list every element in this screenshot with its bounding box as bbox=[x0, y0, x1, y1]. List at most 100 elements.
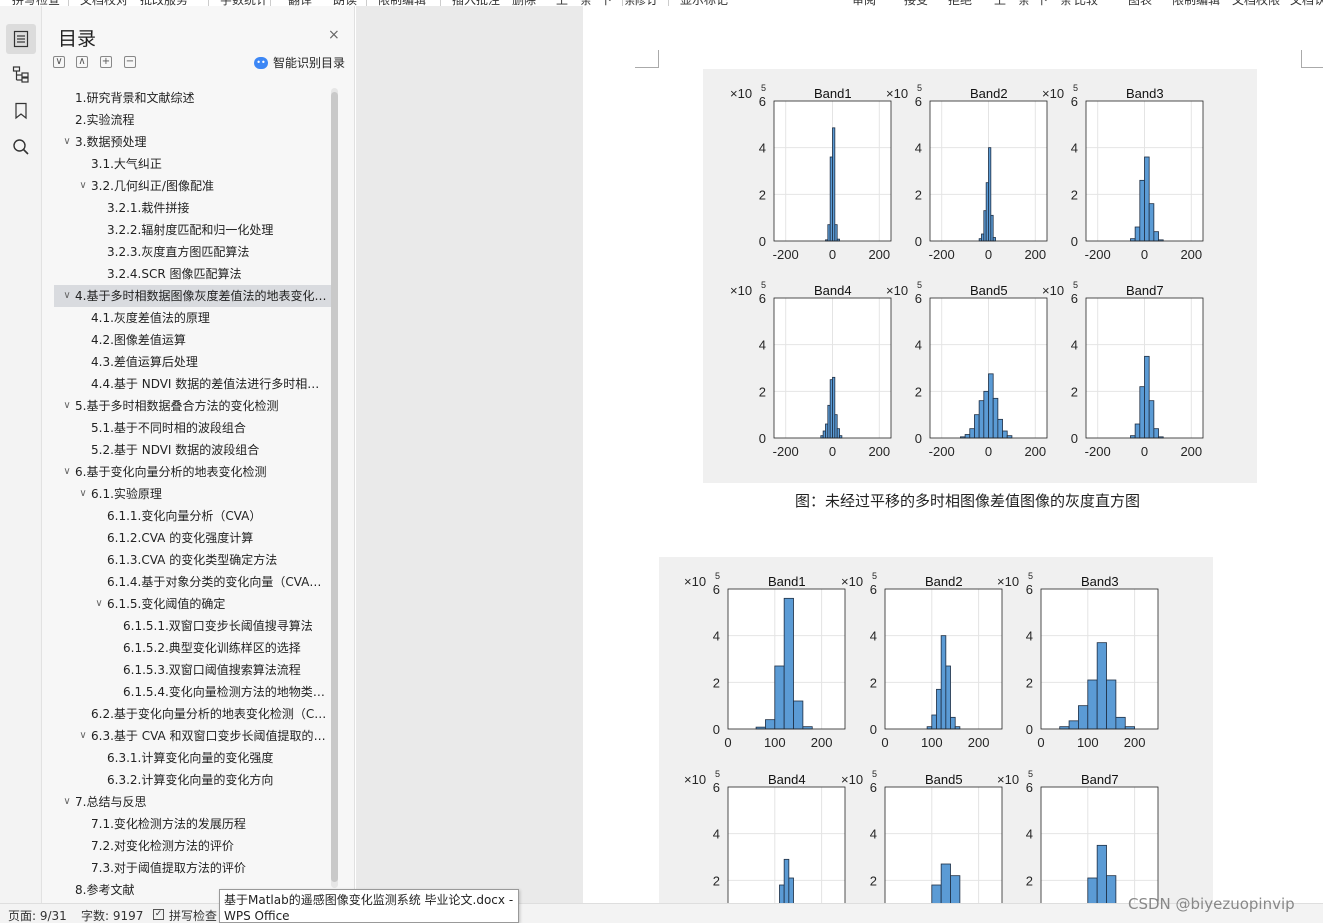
chevron-down-icon[interactable]: ∨ bbox=[77, 725, 89, 747]
y-tick-label: 4 bbox=[915, 338, 922, 353]
x-tick-label: 0 bbox=[985, 444, 992, 459]
toc-item-label: 4.2.图像差值运算 bbox=[91, 333, 186, 347]
histogram-bar bbox=[834, 224, 838, 242]
page-indicator[interactable]: 页面: 9/31 bbox=[8, 907, 67, 923]
toc-panel-button[interactable] bbox=[6, 24, 36, 54]
toc-item[interactable]: 5.1.基于不同时相的波段组合 bbox=[42, 417, 332, 439]
toc-item-label: 6.1.5.2.典型变化训练样区的选择 bbox=[123, 641, 301, 655]
chevron-down-icon[interactable]: ∨ bbox=[77, 175, 89, 197]
toc-item[interactable]: 7.2.对变化检测方法的评价 bbox=[42, 835, 332, 857]
toc-item[interactable]: 6.1.3.CVA 的变化类型确定方法 bbox=[42, 549, 332, 571]
x-tick-label: 200 bbox=[1024, 247, 1046, 262]
toc-item[interactable]: 6.1.5.3.双窗口阈值搜索算法流程 bbox=[42, 659, 332, 681]
histogram-bar bbox=[983, 390, 989, 439]
chevron-down-icon[interactable]: ∨ bbox=[61, 461, 73, 483]
spell-check-label[interactable]: 拼写检查 bbox=[169, 907, 217, 923]
histogram-bar bbox=[950, 716, 956, 730]
toc-item[interactable]: ∨ 4.基于多时相数据图像灰度差值法的地表变化检测 bbox=[54, 285, 332, 307]
toc-item[interactable]: ∨ 5.基于多时相数据叠合方法的变化检测 bbox=[42, 395, 332, 417]
x-tick-label: -200 bbox=[773, 247, 799, 262]
histogram-panel: -200 0 200 0 2 4 6 ×10 5 Band1 bbox=[730, 83, 892, 262]
toc-item[interactable]: 6.1.2.CVA 的变化强度计算 bbox=[42, 527, 332, 549]
spell-check-checkbox[interactable]: ✓ bbox=[153, 909, 164, 920]
y-tick-label: 2 bbox=[713, 675, 720, 690]
toc-item[interactable]: 6.1.4.基于对象分类的变化向量（CVA）分析方法 bbox=[42, 571, 332, 593]
histogram-bar bbox=[940, 635, 947, 730]
close-icon[interactable]: × bbox=[328, 27, 340, 43]
collapse-all-icon[interactable]: ∨ bbox=[53, 56, 65, 68]
search-panel-button[interactable] bbox=[6, 132, 36, 162]
bookmark-panel-button[interactable] bbox=[6, 96, 36, 126]
toc-item-label: 7.3.对于阈值提取方法的评价 bbox=[91, 861, 246, 875]
x-tick-label: 0 bbox=[1037, 735, 1044, 750]
histogram-panel: 0 100 200 0 2 4 6 ×10 5 Band3 bbox=[997, 571, 1159, 750]
toc-item-label: 6.2.基于变化向量分析的地表变化检测（CVA） bbox=[91, 707, 330, 721]
y-tick-label: 2 bbox=[759, 187, 766, 202]
page-corner-mark bbox=[1301, 50, 1323, 68]
toc-item[interactable]: 5.2.基于 NDVI 数据的波段组合 bbox=[42, 439, 332, 461]
toc-item[interactable]: 6.1.1.变化向量分析（CVA） bbox=[42, 505, 332, 527]
toc-scrollbar-thumb[interactable] bbox=[331, 92, 338, 882]
y-tick-label: 2 bbox=[1026, 873, 1033, 888]
toc-item[interactable]: 7.1.变化检测方法的发展历程 bbox=[42, 813, 332, 835]
toc-item[interactable]: ∨ 3.数据预处理 bbox=[42, 131, 332, 153]
toc-item[interactable]: 6.1.5.1.双窗口变步长阈值搜寻算法 bbox=[42, 615, 332, 637]
panel-title: Band3 bbox=[1126, 86, 1164, 101]
toc-item-label: 5.1.基于不同时相的波段组合 bbox=[91, 421, 246, 435]
y-tick-label: 6 bbox=[870, 582, 877, 597]
watermark: CSDN @biyezuopinvip bbox=[1128, 895, 1295, 913]
histogram-bar bbox=[1115, 716, 1126, 730]
toc-item[interactable]: 4.1.灰度差值法的原理 bbox=[42, 307, 332, 329]
chevron-down-icon[interactable]: ∨ bbox=[61, 285, 73, 307]
add-heading-icon[interactable]: + bbox=[100, 56, 112, 68]
remove-heading-icon[interactable]: − bbox=[124, 56, 136, 68]
toc-item[interactable]: 3.2.4.SCR 图像匹配算法 bbox=[42, 263, 332, 285]
x-tick-label: 200 bbox=[868, 444, 890, 459]
toc-item[interactable]: ∨ 6.1.5.变化阈值的确定 bbox=[42, 593, 332, 615]
toc-item-label: 2.实验流程 bbox=[75, 113, 135, 127]
toc-item[interactable]: 3.1.大气纠正 bbox=[42, 153, 332, 175]
chevron-down-icon[interactable]: ∨ bbox=[61, 131, 73, 153]
histogram-figure-1: -200 0 2000246×10 5 Band1-200 0 2000246×10 5 Ban… bbox=[730, 83, 1204, 459]
chevron-down-icon[interactable]: ∨ bbox=[61, 395, 73, 417]
toc-item[interactable]: 2.实验流程 bbox=[42, 109, 332, 131]
y-tick-label: 6 bbox=[713, 582, 720, 597]
histogram-bar bbox=[988, 373, 994, 439]
expand-up-icon[interactable]: ∧ bbox=[76, 56, 88, 68]
toc-item[interactable]: 7.3.对于阈值提取方法的评价 bbox=[42, 857, 332, 879]
toc-item[interactable]: ∨ 3.2.几何纠正/图像配准 bbox=[42, 175, 332, 197]
toc-item[interactable]: 4.2.图像差值运算 bbox=[42, 329, 332, 351]
figure-caption: 图：未经过平移的多时相图像差值图像的灰度直方图 bbox=[795, 492, 1141, 510]
toc-item[interactable]: 3.2.3.灰度直方图匹配算法 bbox=[42, 241, 332, 263]
toc-item[interactable]: 6.1.5.4.变化向量检测方法的地物类型分析 bbox=[42, 681, 332, 703]
toc-item[interactable]: ∨ 6.1.实验原理 bbox=[42, 483, 332, 505]
y-multiplier-label: ×10 bbox=[841, 574, 863, 589]
toc-item[interactable]: 3.2.2.辐射度匹配和归一化处理 bbox=[42, 219, 332, 241]
outline-panel-button[interactable] bbox=[6, 59, 36, 89]
toc-item[interactable]: 4.3.差值运算后处理 bbox=[42, 351, 332, 373]
toc-item[interactable]: ∨ 7.总结与反思 bbox=[42, 791, 332, 813]
toc-item[interactable]: 6.2.基于变化向量分析的地表变化检测（CVA） bbox=[42, 703, 332, 725]
y-multiplier-exponent: 5 bbox=[761, 280, 766, 290]
toc-item[interactable]: 6.3.2.计算变化向量的变化方向 bbox=[42, 769, 332, 791]
bookmark-icon bbox=[15, 102, 27, 120]
toc-item[interactable]: 4.4.基于 NDVI 数据的差值法进行多时相变化检测 bbox=[42, 373, 332, 395]
histogram-bar bbox=[1134, 226, 1141, 242]
toc-item[interactable]: 6.1.5.2.典型变化训练样区的选择 bbox=[42, 637, 332, 659]
y-multiplier-exponent: 5 bbox=[1028, 571, 1033, 581]
toc-item[interactable]: ∨6.3.基于 CVA 和双窗口变步长阈值提取的变化检测 bbox=[42, 725, 332, 747]
toc-item[interactable]: 6.3.1.计算变化向量的变化强度 bbox=[42, 747, 332, 769]
chevron-down-icon[interactable]: ∨ bbox=[77, 483, 89, 505]
toc-item[interactable]: ∨ 6.基于变化向量分析的地表变化检测 bbox=[42, 461, 332, 483]
toc-item[interactable]: 1.研究背景和文献综述 bbox=[42, 87, 332, 109]
toc-item[interactable]: 3.2.1.栽件拼接 bbox=[42, 197, 332, 219]
y-tick-label: 4 bbox=[1026, 629, 1033, 644]
smart-toc-button[interactable]: •• 智能识别目录 bbox=[254, 54, 345, 71]
chevron-down-icon[interactable]: ∨ bbox=[61, 791, 73, 813]
histogram-bar bbox=[940, 863, 951, 923]
toc-title: 目录 bbox=[58, 28, 97, 50]
word-count[interactable]: 字数: 9197 bbox=[81, 907, 143, 923]
histogram-bar bbox=[1096, 844, 1107, 923]
histogram-bar bbox=[1106, 875, 1117, 923]
chevron-down-icon[interactable]: ∨ bbox=[93, 593, 105, 615]
